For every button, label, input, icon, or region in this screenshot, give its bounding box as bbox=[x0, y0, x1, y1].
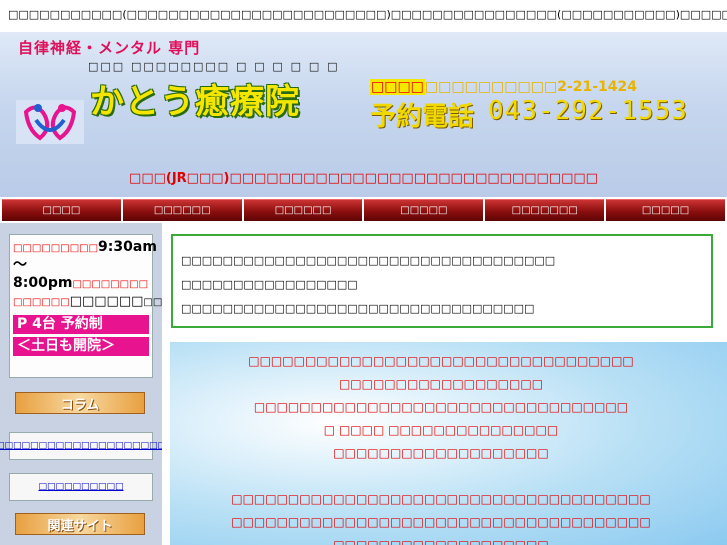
sky-line-6 bbox=[170, 465, 712, 488]
clinic-logo-icon bbox=[16, 100, 84, 144]
nav-item-3[interactable]: □□□□□□ bbox=[243, 199, 363, 221]
address-text: □□□□□□□□□□2-21-1424 bbox=[424, 79, 638, 95]
sky-line-3: □□□□□□□□□□□□□□□□□□□□□□□□□□□□□□□□□ bbox=[253, 400, 629, 414]
notice-line-1: □□□□□□□□□□□□□□□□□□□□□□□□□□□□□□□□□□□□ bbox=[181, 254, 556, 267]
address-highlight: □□□□ bbox=[370, 79, 425, 95]
top-description-line: □□□□□□□□□□□(□□□□□□□□□□□□□□□□□□□□□□□□□)□□… bbox=[0, 0, 727, 32]
sidebar-link-1[interactable]: □□□□□□□□□□□□□□□□□□□□□□ bbox=[0, 432, 175, 460]
hours-tilde: ～ bbox=[13, 257, 27, 273]
sky-message: □□□□□□□□□□□□□□□□□□□□□□□□□□□□□□□□□□ □□□□□… bbox=[170, 350, 712, 545]
sky-line-8: □□□□□□□□□□□□□□□□□□□□□□□□□□□□□□□□□□□□□ bbox=[231, 515, 651, 529]
sky-line-9: □□□□□□□□□□□□□□□□□□□ bbox=[333, 538, 549, 545]
parking-badge: P 4台 予約制 bbox=[13, 315, 149, 334]
tagline: 自律神経・メンタル 専門 bbox=[18, 39, 201, 57]
notice-box: □□□□□□□□□□□□□□□□□□□□□□□□□□□□□□□□□□□□ □□□… bbox=[171, 234, 713, 328]
column-banner[interactable]: コラム bbox=[15, 392, 145, 414]
clinic-subname: □□□ □□□□□□□□ □ □ □ □ □ □ bbox=[88, 60, 340, 73]
related-sites-banner[interactable]: 関連サイト bbox=[15, 513, 145, 535]
notice-line-2: □□□□□□□□□□□□□□□□□ bbox=[181, 278, 358, 291]
nav-item-4[interactable]: □□□□□ bbox=[364, 199, 484, 221]
tel-number[interactable]: 043-292-1553 bbox=[488, 96, 688, 126]
sky-line-1: □□□□□□□□□□□□□□□□□□□□□□□□□□□□□□□□□□ bbox=[248, 354, 634, 368]
address: □□□□□□□□□□□□□□2-21-1424 bbox=[370, 79, 637, 95]
header: 自律神経・メンタル 専門 □□□ □□□□□□□□ □ □ □ □ □ □ かと… bbox=[0, 32, 727, 197]
hours-line3-black: □□□□□□ bbox=[69, 294, 144, 309]
hours-line2-red: □□□□□□□□ bbox=[72, 279, 149, 290]
sky-line-7: □□□□□□□□□□□□□□□□□□□□□□□□□□□□□□□□□□□□□ bbox=[231, 492, 651, 506]
notice-line-3: □□□□□□□□□□□□□□□□□□□□□□□□□□□□□□□□□□ bbox=[181, 302, 535, 315]
nav-item-2[interactable]: □□□□□□ bbox=[122, 199, 242, 221]
sidebar-link-2[interactable]: □□□□□□□□□□ bbox=[9, 473, 153, 501]
hours-close-time: 8:00pm bbox=[13, 275, 73, 291]
sky-line-2: □□□□□□□□□□□□□□□□□□ bbox=[338, 377, 544, 391]
hours-box: □□□□□□□□□9:30am ～ 8:00pm□□□□□□□□ □□□□□□□□… bbox=[9, 234, 181, 378]
sky-line-5: □□□□□□□□□□□□□□□□□□□ bbox=[333, 446, 549, 460]
nav-item-6[interactable]: □□□□□ bbox=[606, 199, 725, 221]
main-nav: □□□□ □□□□□□ □□□□□□ □□□□□ □□□□□□□ □□□□□ bbox=[2, 199, 725, 221]
sky-line-4: □ □□□□ □□□□□□□□□□□□□□□ bbox=[323, 423, 559, 437]
hours-line3-red: □□□□□□ bbox=[13, 297, 70, 308]
clinic-name: かとう癒療院 bbox=[90, 82, 300, 122]
access-line: □□□(JR□□□)□□□□□□□□□□□□□□□□□□□□□□□□□□□□□□ bbox=[129, 171, 598, 186]
nav-item-5[interactable]: □□□□□□□ bbox=[485, 199, 605, 221]
tel-label: 予約電話 bbox=[370, 102, 475, 132]
nav-item-1[interactable]: □□□□ bbox=[2, 199, 121, 221]
weekend-badge: ＜土日も開院＞ bbox=[13, 337, 149, 356]
hours-open-time: 9:30am bbox=[98, 239, 157, 255]
hours-line1-red: □□□□□□□□□ bbox=[13, 243, 99, 254]
